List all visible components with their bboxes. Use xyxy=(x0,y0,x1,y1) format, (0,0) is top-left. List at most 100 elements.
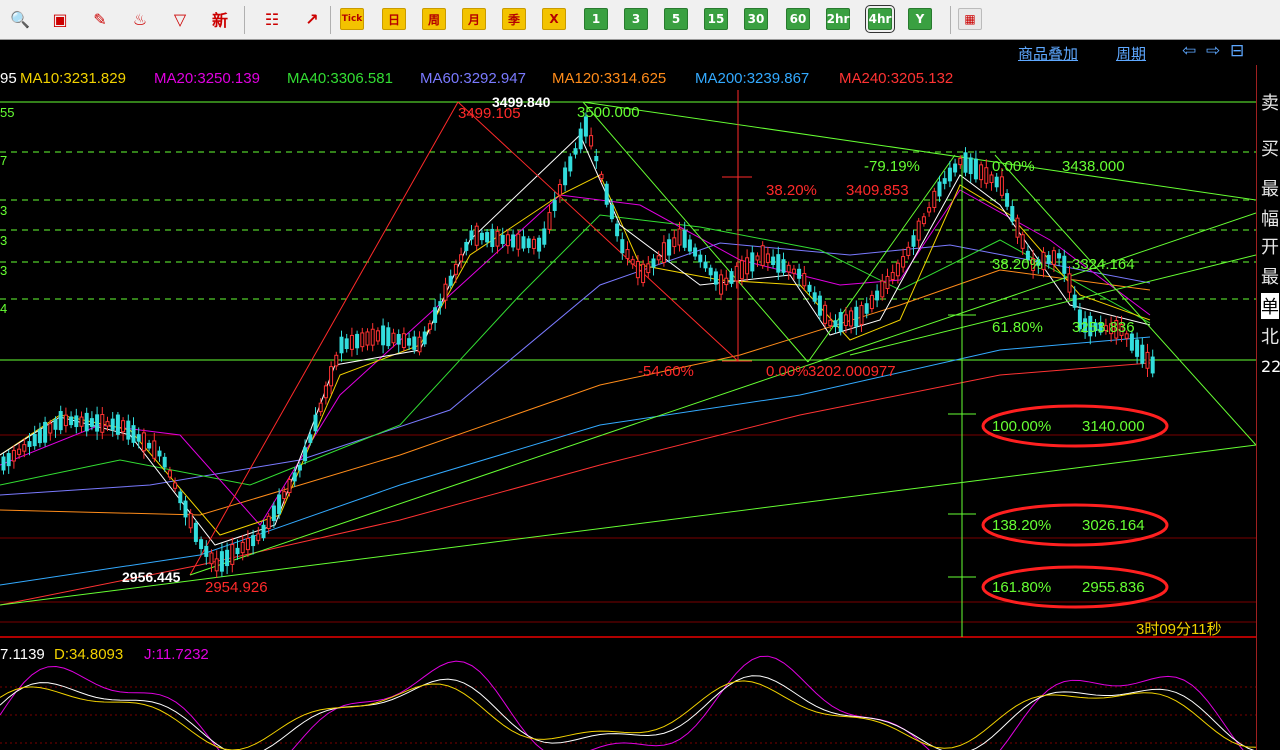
filter-icon[interactable]: ▽ xyxy=(168,8,192,30)
candle-body xyxy=(74,415,79,428)
peak-price-red-label: 3499.105 xyxy=(458,105,521,122)
new-icon[interactable]: 新 xyxy=(208,8,232,30)
candle-body xyxy=(812,292,817,302)
moving-average-line xyxy=(0,269,1151,516)
candle-body xyxy=(355,333,360,349)
right-panel-label: 卖 xyxy=(1261,93,1279,114)
candle-body xyxy=(854,306,859,327)
candle-body xyxy=(22,444,27,452)
window-icon[interactable]: ▣ xyxy=(48,8,72,30)
right-panel-label: 最 xyxy=(1261,267,1279,288)
legend-item: MA20:3250.139 xyxy=(154,70,260,87)
custom-period-button[interactable]: X xyxy=(542,8,566,30)
candle-body xyxy=(58,411,63,431)
right-info-panel: 卖买最幅开最单北 22 xyxy=(1256,65,1280,750)
period-30min-button[interactable]: 30 xyxy=(744,8,768,30)
candle-body xyxy=(500,234,505,244)
candle-body xyxy=(43,421,48,443)
candle-body xyxy=(79,416,84,427)
candle-body xyxy=(53,419,58,430)
candle-body xyxy=(27,441,32,447)
candle-body xyxy=(791,268,796,274)
legend-item: MA40:3306.581 xyxy=(287,70,393,87)
candle-body xyxy=(490,228,495,248)
overlay-commodity-link[interactable]: 商品叠加 xyxy=(1018,43,1078,64)
candle-body xyxy=(188,513,193,529)
candle-body xyxy=(339,336,344,354)
candle-body xyxy=(495,230,500,247)
candle-body xyxy=(963,152,968,173)
candle-body xyxy=(682,230,687,248)
moving-average-line xyxy=(0,336,1151,586)
period-1min-button[interactable]: 1 xyxy=(584,8,608,30)
candle-body xyxy=(251,535,256,547)
nav-forward-icon[interactable]: ⇨ xyxy=(1206,41,1220,61)
candle-body xyxy=(994,176,999,188)
fib-label: 3026.164 xyxy=(1082,517,1145,534)
candle-body xyxy=(1005,193,1010,207)
period-15min-button[interactable]: 15 xyxy=(704,8,728,30)
candle-body xyxy=(765,253,770,263)
fib-label: 38.20% xyxy=(992,256,1043,273)
period-year-button[interactable]: Y xyxy=(908,8,932,30)
candle-body xyxy=(703,261,708,269)
candle-body xyxy=(126,420,131,440)
candle-body xyxy=(1072,294,1077,308)
candle-body xyxy=(745,257,750,275)
period-link[interactable]: 周期 xyxy=(1116,43,1146,64)
candle-body xyxy=(734,265,739,282)
candle-body xyxy=(308,434,313,443)
candle-body xyxy=(1145,351,1150,369)
candle-body xyxy=(37,429,42,444)
day-button[interactable]: 日 xyxy=(382,8,406,30)
week-button[interactable]: 周 xyxy=(422,8,446,30)
candle-body xyxy=(901,256,906,268)
candle-body xyxy=(656,255,661,261)
tick-button[interactable]: Tick xyxy=(340,8,364,30)
candle-body xyxy=(433,307,438,323)
pen-icon[interactable]: ✎ xyxy=(88,8,112,30)
candle-body xyxy=(100,414,105,433)
search-icon[interactable]: 🔍 xyxy=(8,8,32,30)
candle-body xyxy=(334,354,339,367)
right-panel-label: 22 xyxy=(1261,357,1280,376)
legend-item: MA10:3231.829 xyxy=(20,70,126,87)
period-60min-button[interactable]: 60 xyxy=(786,8,810,30)
candle-body xyxy=(474,225,479,246)
fib-label: 61.80% xyxy=(992,319,1043,336)
flame-icon[interactable]: ♨ xyxy=(128,8,152,30)
candle-body xyxy=(547,212,552,230)
candle-body xyxy=(589,135,594,147)
season-button[interactable]: 季 xyxy=(502,8,526,30)
candle-body xyxy=(750,252,755,272)
layout-toggle-icon[interactable]: ⊟ xyxy=(1230,41,1244,61)
candle-body xyxy=(823,304,828,324)
fib-label: 0.00% xyxy=(992,158,1035,175)
candle-body xyxy=(604,183,609,205)
month-button[interactable]: 月 xyxy=(462,8,486,30)
nav-back-icon[interactable]: ⇦ xyxy=(1182,41,1196,61)
period-5min-button[interactable]: 5 xyxy=(664,8,688,30)
peak-price-green-label: 3500.000 xyxy=(577,104,640,121)
period-3min-button[interactable]: 3 xyxy=(624,8,648,30)
candle-body xyxy=(843,314,848,327)
grid-view-icon[interactable]: ▦ xyxy=(958,8,982,30)
candle-body xyxy=(17,448,22,455)
candle-body xyxy=(1062,255,1067,274)
candle-body xyxy=(63,414,68,427)
legend-item: D:34.8093 xyxy=(54,646,124,663)
candle-body xyxy=(115,414,120,435)
candle-body xyxy=(724,277,729,286)
candle-body xyxy=(292,472,297,482)
candle-body xyxy=(781,259,786,273)
trend-icon[interactable]: ↗ xyxy=(300,8,324,30)
fib-label: 2955.836 xyxy=(1082,579,1145,596)
candle-body xyxy=(776,254,781,273)
candle-body xyxy=(895,262,900,277)
candle-body xyxy=(615,223,620,237)
candle-body xyxy=(729,271,734,284)
period-4hr-button[interactable]: 4hr xyxy=(865,5,895,33)
candle-body xyxy=(677,228,682,246)
period-2hr-button[interactable]: 2hr xyxy=(826,8,850,30)
table-icon[interactable]: ☷ xyxy=(260,8,284,30)
